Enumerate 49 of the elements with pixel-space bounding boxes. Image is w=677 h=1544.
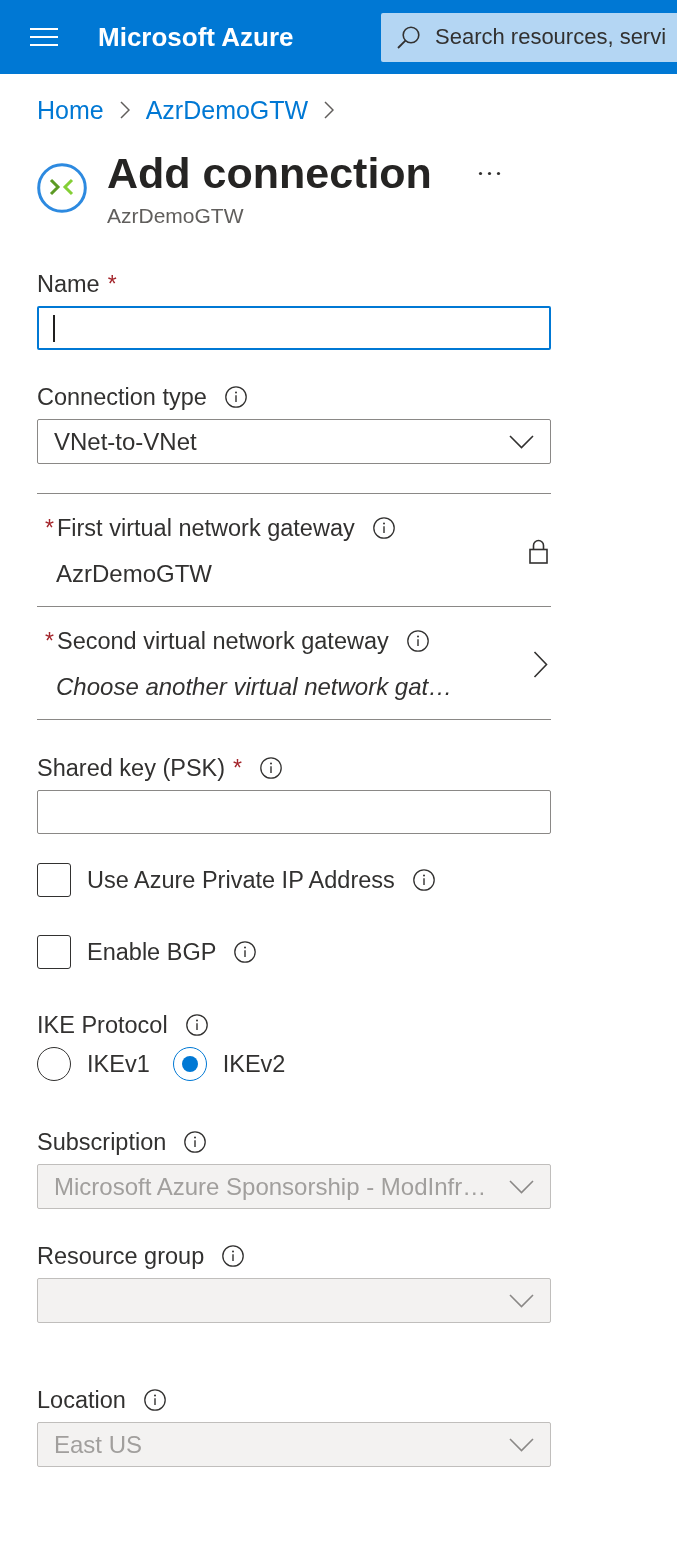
info-icon[interactable] bbox=[260, 757, 283, 779]
converging-arrows-icon bbox=[37, 163, 87, 213]
field-label: Shared key (PSK) bbox=[37, 754, 226, 783]
field-label: First virtual network gateway bbox=[56, 514, 355, 543]
checkbox[interactable] bbox=[37, 935, 71, 969]
field-label: IKE Protocol bbox=[37, 1011, 168, 1040]
more-icon[interactable] bbox=[477, 170, 501, 176]
breadcrumb-link[interactable]: AzrDemoGTW bbox=[145, 94, 309, 126]
field-label: Subscription bbox=[37, 1128, 167, 1157]
info-icon[interactable] bbox=[412, 869, 435, 891]
page-title: Add connection bbox=[107, 148, 432, 198]
text-field[interactable] bbox=[37, 790, 551, 834]
dropdown-field[interactable]: VNet-to-VNet bbox=[37, 419, 551, 464]
text-field[interactable] bbox=[37, 306, 551, 350]
checkbox-label: Enable BGP bbox=[87, 938, 217, 967]
field-label: Connection type bbox=[37, 383, 207, 412]
info-icon[interactable] bbox=[234, 941, 257, 963]
info-icon[interactable] bbox=[185, 1014, 208, 1036]
search-field[interactable]: Search resources, servi bbox=[381, 12, 677, 62]
radio-label: IKEv1 bbox=[87, 1050, 150, 1079]
checkbox[interactable] bbox=[37, 863, 71, 897]
required-asterisk: * bbox=[233, 754, 243, 783]
required-asterisk: * bbox=[107, 270, 117, 299]
chevron-right-icon bbox=[119, 101, 130, 119]
checkbox-label: Use Azure Private IP Address bbox=[87, 866, 395, 895]
info-icon[interactable] bbox=[224, 386, 247, 408]
chevron-right-icon bbox=[324, 101, 335, 119]
chevron-down-icon bbox=[509, 1293, 534, 1308]
breadcrumb-link[interactable]: Home bbox=[37, 94, 104, 126]
required-asterisk: * bbox=[45, 627, 54, 656]
portal-title: Microsoft Azure bbox=[98, 21, 294, 53]
radio-label: IKEv2 bbox=[222, 1050, 286, 1079]
field-label: Name bbox=[37, 270, 100, 299]
chevron-down-icon bbox=[509, 1437, 534, 1452]
field-label: Second virtual network gateway bbox=[56, 627, 389, 656]
page-subtitle: AzrDemoGTW bbox=[107, 203, 244, 229]
info-icon[interactable] bbox=[406, 630, 429, 652]
chevron-down-icon bbox=[509, 1179, 534, 1194]
chevron-down-icon bbox=[509, 434, 534, 449]
chevron-right-icon[interactable] bbox=[533, 650, 548, 678]
info-icon[interactable] bbox=[372, 517, 395, 539]
gateway-placeholder[interactable]: Choose another virtual network gat… bbox=[56, 672, 453, 702]
field-label: Location bbox=[37, 1386, 126, 1415]
gateway-value: AzrDemoGTW bbox=[56, 559, 212, 589]
field-label: Resource group bbox=[37, 1242, 205, 1271]
text-cursor-icon bbox=[53, 314, 55, 342]
search-icon bbox=[397, 25, 420, 49]
required-asterisk: * bbox=[45, 514, 54, 543]
menu-icon[interactable] bbox=[30, 28, 58, 46]
